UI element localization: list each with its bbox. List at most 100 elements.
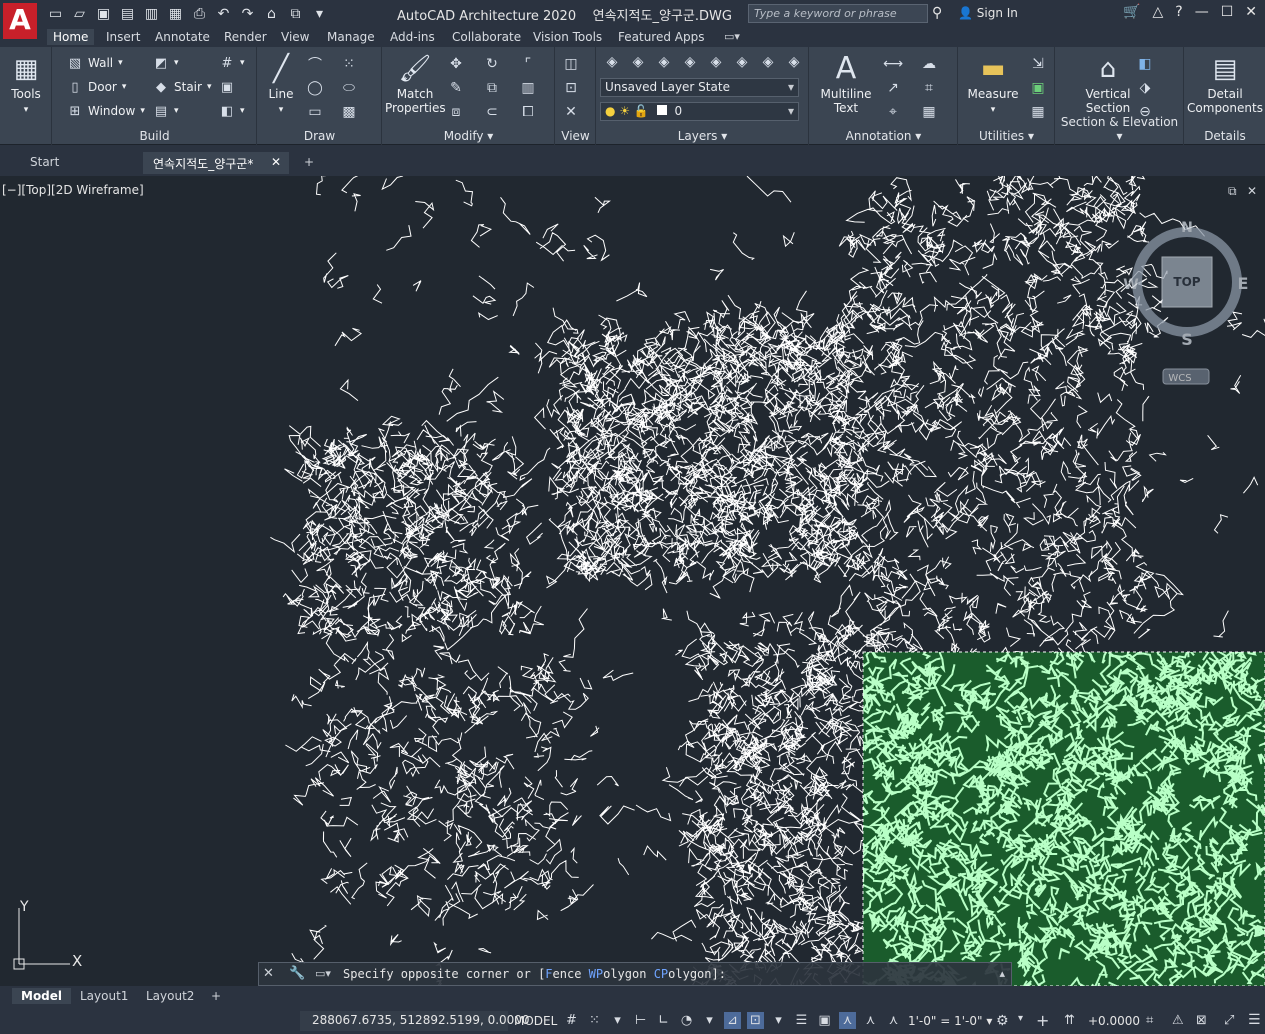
new-tab-button[interactable]: + [294, 152, 320, 174]
calculator-icon[interactable]: ▦ [1029, 103, 1047, 121]
layer-lock-icon[interactable]: ◈ [707, 53, 725, 71]
open-file-icon[interactable]: ▱ [70, 4, 89, 23]
ellipse-icon[interactable]: ⬭ [340, 79, 358, 97]
add-layout-button[interactable]: + [202, 988, 230, 1004]
compass-west-label[interactable]: W [1123, 277, 1138, 293]
modify-panel-label[interactable]: Modify ▾ [383, 129, 554, 143]
rotate-icon[interactable]: ↻ [483, 55, 501, 73]
offset-icon[interactable]: ⊂ [483, 103, 501, 121]
grid-display-icon[interactable]: # [563, 1012, 580, 1029]
hatch-icon[interactable]: ▩ [340, 103, 358, 121]
tools-button[interactable]: ▦ Tools ▾ [8, 53, 44, 117]
layer-match-icon[interactable]: ◈ [733, 53, 751, 71]
minimize-icon[interactable]: — [1195, 4, 1209, 20]
auto-scale-icon[interactable]: ⋏ [862, 1012, 879, 1029]
drawing-canvas[interactable]: [−][Top][2D Wireframe] ⧉ ✕ TOP N S E W W… [0, 176, 1265, 986]
help-icon[interactable]: ? [1175, 4, 1182, 20]
share-icon[interactable]: ⧉ [286, 4, 305, 23]
close-icon[interactable]: ✕ [1245, 4, 1257, 20]
section-elevation-panel-label[interactable]: Section & Elevation ▾ [1056, 115, 1183, 143]
dimension-icon[interactable]: ⟷ [883, 55, 903, 73]
snap-mode-icon[interactable]: ⁙ [586, 1012, 603, 1029]
view-navigate-icon[interactable]: ✕ [562, 103, 580, 121]
cloud-icon[interactable]: ☁ [920, 55, 938, 73]
viewport-restore-icon[interactable]: ⧉ [1228, 184, 1237, 198]
workspace-dropdown-icon[interactable]: ▾ [1018, 1013, 1023, 1024]
view-visual-icon[interactable]: ⊡ [562, 79, 580, 97]
fullscreen-icon[interactable]: ⤢ [1224, 1013, 1234, 1028]
rectangle-icon[interactable]: ▭ [306, 103, 324, 121]
plot-icon[interactable]: ⎙ [190, 4, 209, 23]
mirror-icon[interactable]: ⧈ [447, 103, 465, 121]
tab-vision-tools[interactable]: Vision Tools [527, 29, 608, 45]
layers-panel-label[interactable]: Layers ▾ [597, 129, 808, 143]
model-space-toggle[interactable]: MODEL [514, 1014, 557, 1028]
save-icon[interactable]: ▣ [94, 4, 113, 23]
maximize-icon[interactable]: ☐ [1221, 4, 1234, 20]
binoculars-icon[interactable]: ⚲ [932, 5, 942, 21]
layer-properties-icon[interactable]: ◈ [603, 53, 621, 71]
sign-in-button[interactable]: 👤 Sign In [958, 6, 1018, 20]
isodraft-icon[interactable]: ⊿ [724, 1012, 741, 1029]
add-icon[interactable]: + [1036, 1011, 1049, 1030]
annotation-scale-dropdown[interactable]: 1'-0" = 1'-0" ▾ [908, 1014, 992, 1028]
compass-east-label[interactable]: E [1238, 274, 1249, 293]
osnap-dropdown-icon[interactable]: ▾ [770, 1012, 787, 1029]
lineweight-icon[interactable]: ☰ [793, 1012, 810, 1029]
tab-model[interactable]: Model [12, 988, 72, 1004]
cart-icon[interactable]: 🛒 [1123, 4, 1140, 20]
viewcube[interactable]: TOP N S E W WCS [1123, 220, 1249, 385]
tab-start[interactable]: Start [20, 152, 140, 174]
elevation-mark-icon[interactable]: ⬗ [1136, 79, 1154, 97]
tab-insert[interactable]: Insert [100, 29, 146, 45]
horizontal-section-icon[interactable]: ◧ [1136, 55, 1154, 73]
fence-option-key[interactable]: F [545, 967, 552, 981]
undo-icon[interactable]: ↶ [214, 4, 233, 23]
open-web-icon[interactable]: ▥ [142, 4, 161, 23]
copy-icon[interactable]: ⧉ [483, 79, 501, 97]
select-similar-icon[interactable]: ▣ [1029, 79, 1047, 97]
layer-unisolate-icon[interactable]: ◈ [759, 53, 777, 71]
wall-button[interactable]: ▧ Wall ▾ [67, 55, 123, 71]
tab-manage[interactable]: Manage [321, 29, 381, 45]
snap-dropdown-icon[interactable]: ▾ [609, 1012, 626, 1029]
command-expand-icon[interactable]: ▴ [999, 967, 1005, 980]
tab-drawing[interactable]: 연속지적도_양구군* ✕ [143, 152, 289, 174]
polyline-icon[interactable]: ⌒ [306, 55, 324, 73]
tab-layout1[interactable]: Layout1 [71, 988, 137, 1004]
new-file-icon[interactable]: ▭ [46, 4, 65, 23]
fillet-icon[interactable]: ⌜ [519, 55, 537, 73]
tab-layout2[interactable]: Layout2 [137, 988, 203, 1004]
search-input[interactable]: Type a keyword or phrase [748, 4, 928, 23]
tag-icon[interactable]: ⌗ [920, 79, 938, 97]
roof-button[interactable]: ◩ ▾ [153, 55, 179, 71]
a360-icon[interactable]: △ [1152, 4, 1163, 20]
workspace-gear-icon[interactable]: ⚙ [996, 1013, 1009, 1029]
window-button[interactable]: ⊞ Window ▾ [67, 103, 145, 119]
workspace-icon[interactable]: ⌂ [262, 4, 281, 23]
coordinate-readout[interactable]: 288067.6735, 512892.5199, 0.0000 [300, 1011, 530, 1031]
infer-constraints-icon[interactable]: ⊢ [632, 1012, 649, 1029]
save-web-icon[interactable]: ▦ [166, 4, 185, 23]
point-icon[interactable]: ⁙ [340, 55, 358, 73]
viewport-controls[interactable]: [−][Top][2D Wireframe] [2, 183, 144, 197]
vertical-section-button[interactable]: ⌂ Vertical Section [1076, 53, 1140, 115]
multiline-text-button[interactable]: A Multiline Text [818, 53, 874, 116]
cpolygon-option-key[interactable]: CP [654, 967, 668, 981]
polar-dropdown-icon[interactable]: ▾ [701, 1012, 718, 1029]
view-cube-icon[interactable]: ◫ [562, 55, 580, 73]
utilities-panel-label[interactable]: Utilities ▾ [959, 129, 1054, 143]
keynote-icon[interactable]: ⌖ [884, 103, 902, 121]
tab-add-ins[interactable]: Add-ins [384, 29, 441, 45]
command-settings-icon[interactable]: 🔧 [289, 966, 305, 981]
tab-featured-apps[interactable]: Featured Apps [612, 29, 710, 45]
match-properties-button[interactable]: 🖌 Match Properties [385, 53, 446, 115]
scale-icon[interactable]: ⧠ [519, 103, 537, 121]
quick-select-icon[interactable]: ⇲ [1029, 55, 1047, 73]
wpolygon-option-key[interactable]: WP [589, 967, 603, 981]
ortho-mode-icon[interactable]: ∟ [655, 1012, 672, 1029]
erase-icon[interactable]: ✎ [447, 79, 465, 97]
close-tab-icon[interactable]: ✕ [271, 155, 281, 169]
viewport-close-icon[interactable]: ✕ [1247, 184, 1257, 198]
annotation-visibility-icon[interactable]: ⋏ [839, 1012, 856, 1029]
